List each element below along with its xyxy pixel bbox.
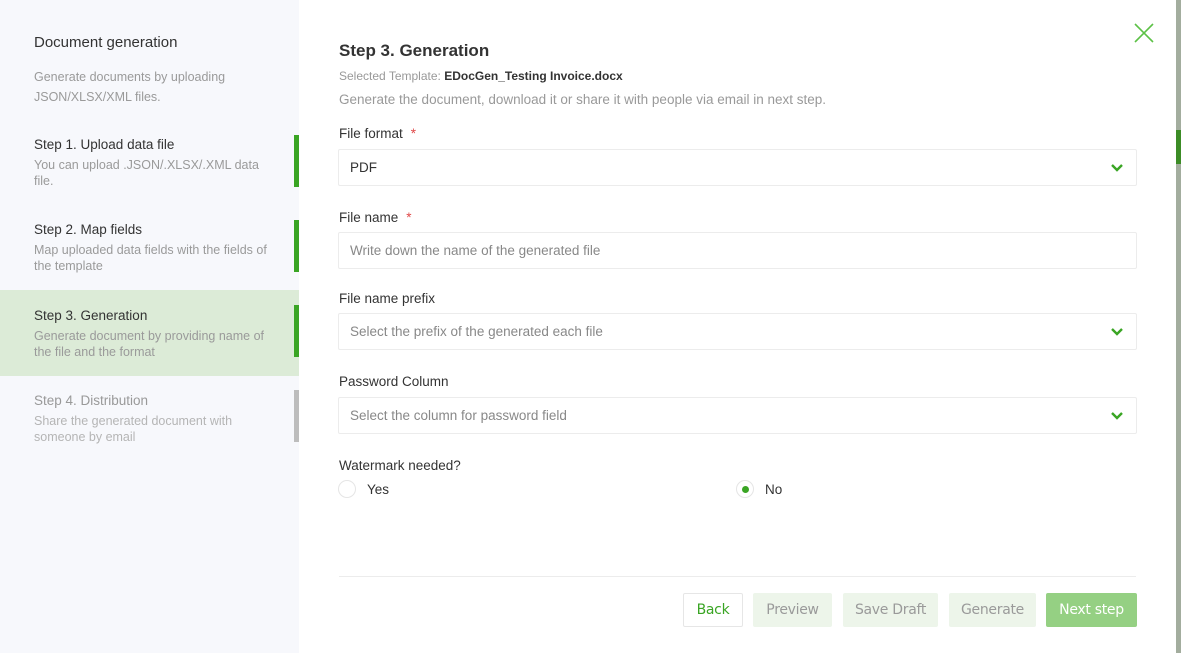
radio-button-yes[interactable] bbox=[338, 480, 356, 498]
file-name-prefix-label: File name prefix bbox=[339, 291, 436, 306]
watermark-option-yes[interactable]: Yes bbox=[338, 480, 389, 498]
radio-label-no: No bbox=[765, 481, 783, 497]
password-column-placeholder: Select the column for password field bbox=[350, 408, 567, 423]
radio-button-no[interactable] bbox=[736, 480, 754, 498]
next-step-button[interactable]: Next step bbox=[1046, 593, 1137, 627]
page-title: Step 3. Generation bbox=[339, 41, 490, 60]
file-format-value: PDF bbox=[350, 160, 377, 175]
back-button[interactable]: Back bbox=[683, 593, 743, 627]
step-title: Step 2. Map fields bbox=[34, 222, 143, 237]
sidebar-title: Document generation bbox=[34, 34, 178, 51]
selected-template-name: EDocGen_Testing Invoice.docx bbox=[444, 69, 623, 83]
step-description: You can upload .JSON/.XLSX/.XML data fil… bbox=[34, 158, 259, 188]
selected-template: Selected Template: EDocGen_Testing Invoi… bbox=[339, 69, 623, 83]
file-name-prefix-select[interactable]: Select the prefix of the generated each … bbox=[338, 313, 1137, 350]
close-icon[interactable] bbox=[1133, 22, 1155, 44]
file-name-field[interactable] bbox=[338, 232, 1137, 269]
step-description: Generate document by providing name of t… bbox=[34, 329, 264, 359]
file-format-label-text: File format bbox=[339, 126, 403, 141]
footer-divider bbox=[339, 576, 1136, 577]
steps-sidebar: Document generation Generate documents b… bbox=[0, 0, 299, 653]
password-column-label: Password Column bbox=[339, 374, 449, 389]
step-title: Step 4. Distribution bbox=[34, 393, 149, 408]
preview-button[interactable]: Preview bbox=[753, 593, 832, 627]
watermark-label: Watermark needed? bbox=[339, 458, 461, 473]
file-name-label: File name * bbox=[339, 210, 412, 225]
step-description: Map uploaded data fields with the fields… bbox=[34, 243, 267, 273]
watermark-option-no[interactable]: No bbox=[736, 480, 782, 498]
background-overlay-strip bbox=[1176, 0, 1181, 653]
required-mark: * bbox=[406, 210, 412, 225]
chevron-down-icon bbox=[1111, 164, 1123, 172]
selected-template-label: Selected Template: bbox=[339, 69, 441, 83]
required-mark: * bbox=[410, 126, 417, 141]
radio-label-yes: Yes bbox=[367, 481, 390, 497]
step-description: Share the generated document with someon… bbox=[34, 414, 233, 444]
generate-button[interactable]: Generate bbox=[949, 593, 1036, 627]
file-format-label: File format * bbox=[339, 126, 416, 141]
page-description: Generate the document, download it or sh… bbox=[339, 92, 827, 107]
step-title: Step 3. Generation bbox=[34, 308, 148, 323]
radio-selected-dot bbox=[741, 485, 749, 493]
step-upload-data-file[interactable]: Step 1. Upload data file You can upload … bbox=[0, 135, 299, 223]
save-draft-button[interactable]: Save Draft bbox=[843, 593, 938, 627]
step-distribution[interactable]: Step 4. Distribution Share the generated… bbox=[0, 390, 299, 479]
file-name-label-text: File name bbox=[339, 210, 399, 225]
file-name-input[interactable] bbox=[350, 243, 1125, 258]
chevron-down-icon bbox=[1111, 412, 1123, 420]
chevron-down-icon bbox=[1111, 328, 1123, 336]
background-accent bbox=[1176, 130, 1181, 164]
file-format-select[interactable]: PDF bbox=[338, 149, 1137, 186]
step-generation[interactable]: Step 3. Generation Generate document by … bbox=[0, 290, 299, 376]
sidebar-subtitle: Generate documents by uploading JSON/XLS… bbox=[34, 70, 226, 104]
step-title: Step 1. Upload data file bbox=[34, 137, 175, 152]
file-name-prefix-placeholder: Select the prefix of the generated each … bbox=[350, 324, 603, 339]
password-column-select[interactable]: Select the column for password field bbox=[338, 397, 1137, 434]
